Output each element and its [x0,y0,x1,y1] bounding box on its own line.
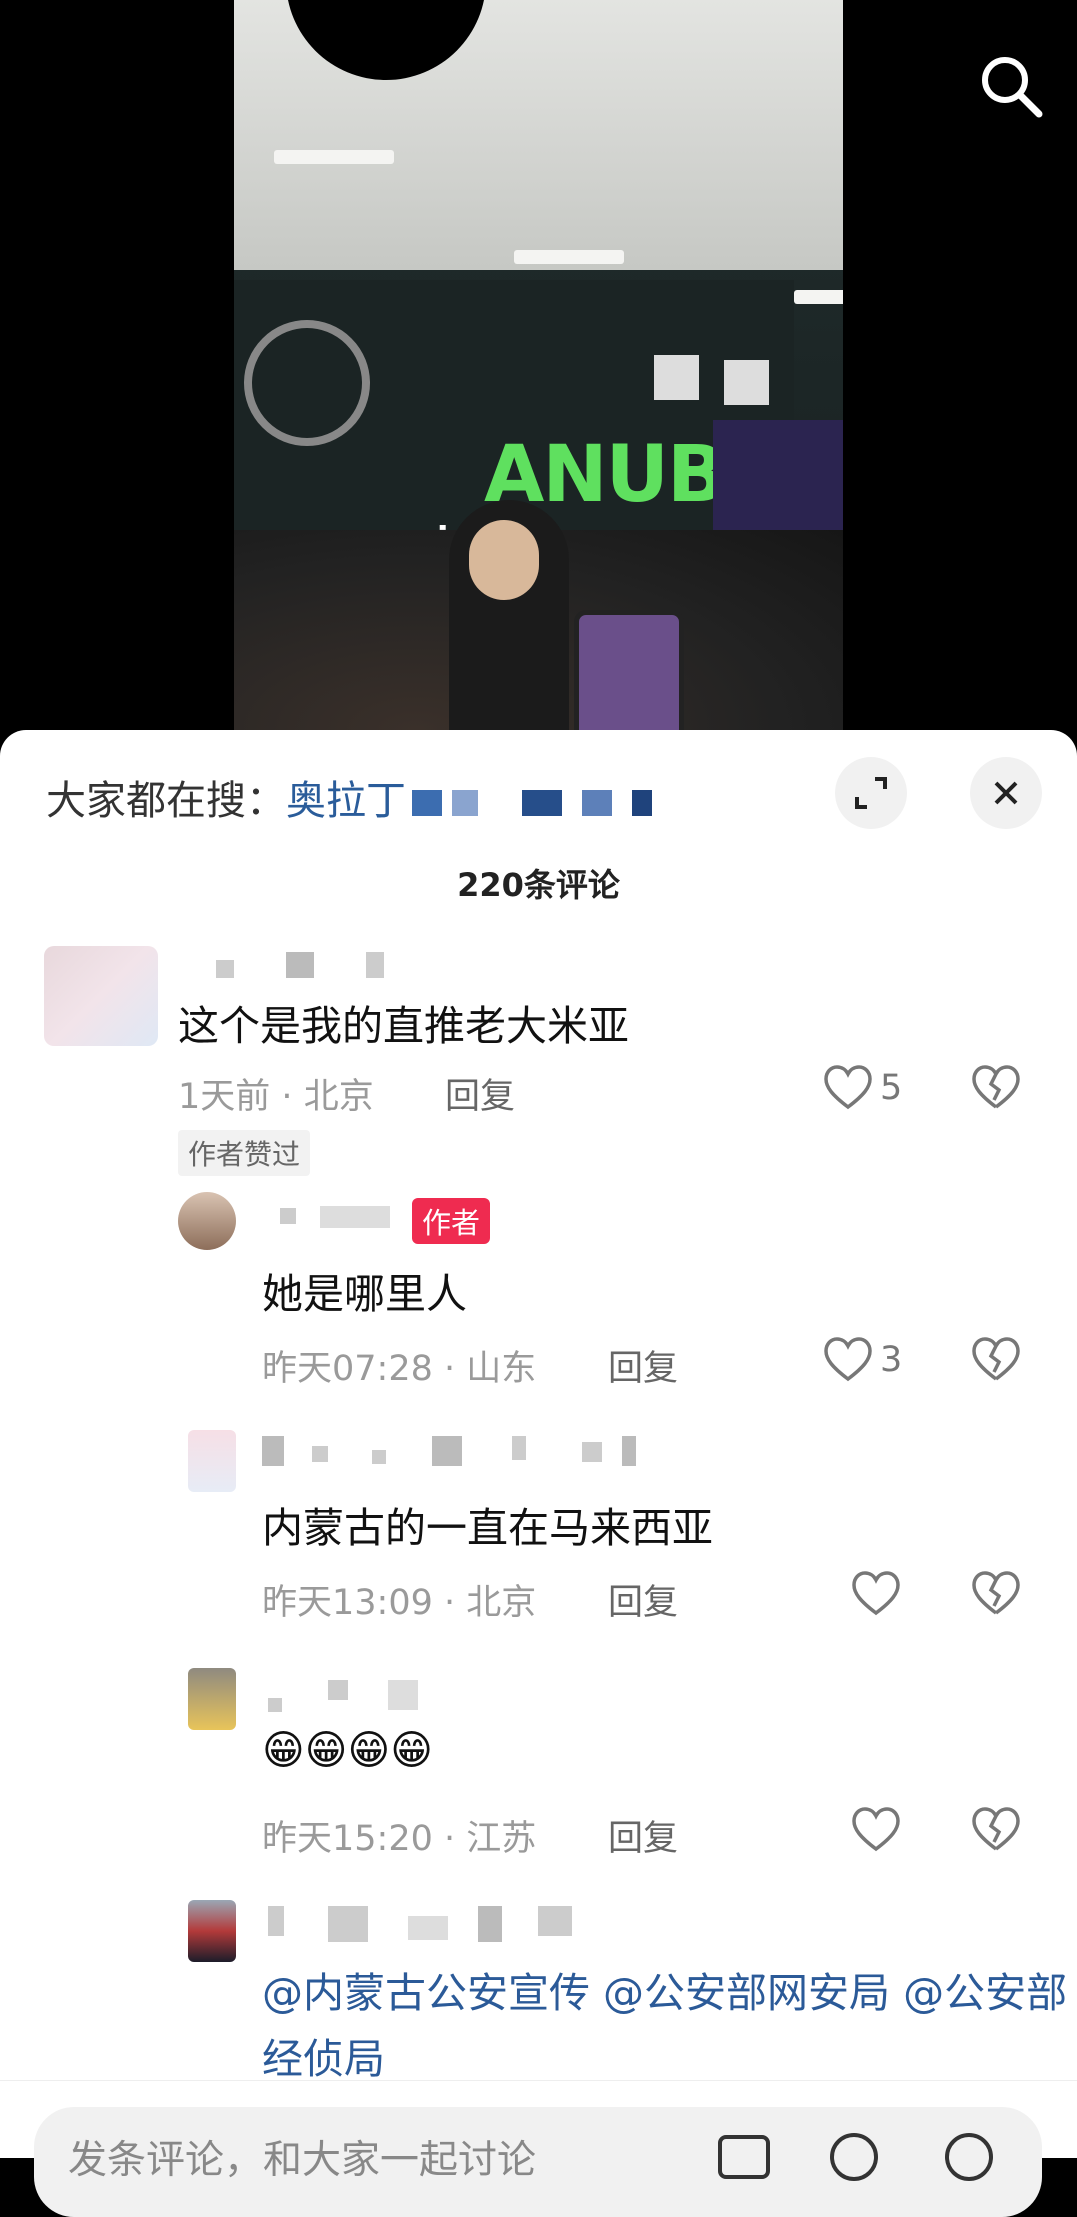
comment-time: 1天前 [178,1077,271,1117]
comment-text: 😁😁😁😁 [262,1726,433,1774]
video-frame: ANUB cy-preserving [234,0,843,730]
comment-text[interactable]: @内蒙古公安宣传 @公安部网安局 @公安部经侦局 [262,1960,1077,2092]
dislike-button[interactable] [970,1334,1022,1390]
comment-placeholder: 发条评论，和大家一起讨论 [68,2138,537,2183]
username[interactable] [216,952,386,982]
search-icon [982,57,1043,118]
comment-text: 她是哪里人 [262,1270,467,1318]
comment-text: 这个是我的直推老大米亚 [178,1002,629,1050]
suggestion-label: 大家都在搜： [46,778,286,824]
reply-button[interactable]: 回复 [445,1068,515,1119]
avatar[interactable] [188,1668,236,1730]
username[interactable] [280,1202,400,1232]
meta-dot: · [444,1819,456,1859]
broken-heart-icon [972,1337,1020,1381]
expand-icon [855,777,887,809]
broken-heart-icon [972,1571,1020,1615]
search-button[interactable] [975,50,1047,122]
emoji-icon[interactable] [939,2127,999,2187]
avatar[interactable] [188,1900,236,1962]
comment-time: 昨天07:28 [262,1349,433,1389]
like-button[interactable] [822,1062,874,1118]
comment-location: 江苏 [466,1819,537,1859]
comment-location: 北京 [466,1583,537,1623]
comments-count: 220条评论 [457,866,620,904]
author-liked-tag: 作者赞过 [178,1130,311,1176]
suggestion-term[interactable]: 奥拉丁 [286,778,406,824]
broken-heart-icon [972,1807,1020,1851]
heart-icon [852,1807,900,1852]
avatar[interactable] [44,946,158,1046]
meta-dot: · [281,1077,293,1117]
like-count: 3 [880,1340,903,1380]
comment-time: 昨天15:20 [262,1819,433,1859]
meta-dot: · [444,1583,456,1623]
username[interactable] [262,1436,642,1472]
comment-meta: 1天前 · 北京 [178,1068,374,1119]
pixelated-text [412,785,672,821]
heart-icon [824,1065,872,1110]
dislike-button[interactable] [970,1804,1022,1860]
reply-button[interactable]: 回复 [608,1574,678,1625]
username[interactable] [268,1680,428,1716]
like-button[interactable] [850,1568,902,1624]
reply-button[interactable]: 回复 [608,1340,678,1391]
comment-sheet: 大家都在搜：奥拉丁 220条评论 这个是我的直推老大米亚 1天前 · 北京 回复 [0,730,1077,2157]
reply-button[interactable]: 回复 [608,1810,678,1861]
comment-input[interactable]: 发条评论，和大家一起讨论 [34,2107,1042,2217]
comment-meta: 昨天07:28 · 山东 [262,1340,536,1391]
search-suggestion[interactable]: 大家都在搜：奥拉丁 [46,768,672,826]
comment-time: 昨天13:09 [262,1583,433,1623]
comment-location: 北京 [303,1077,374,1117]
comment-input-bar: 发条评论，和大家一起讨论 [0,2080,1077,2217]
comment-location: 山东 [466,1349,537,1389]
dislike-button[interactable] [970,1568,1022,1624]
expand-button[interactable] [835,757,907,829]
comment-meta: 昨天15:20 · 江苏 [262,1810,536,1861]
comment-text: 内蒙古的一直在马来西亚 [262,1504,713,1552]
avatar[interactable] [188,1430,236,1492]
heart-icon [824,1337,872,1382]
close-icon [994,781,1018,805]
image-icon[interactable] [714,2127,774,2187]
like-button[interactable] [822,1334,874,1390]
heart-icon [852,1571,900,1616]
meta-dot: · [444,1349,456,1389]
username[interactable] [268,1906,578,1946]
avatar[interactable] [178,1192,236,1250]
close-button[interactable] [970,757,1042,829]
at-icon[interactable] [824,2127,884,2187]
author-badge: 作者 [412,1198,491,1244]
video-player[interactable]: ANUB cy-preserving [0,0,1077,730]
like-count: 5 [880,1068,903,1108]
broken-heart-icon [972,1065,1020,1109]
like-button[interactable] [850,1804,902,1860]
comment-meta: 昨天13:09 · 北京 [262,1574,536,1625]
dislike-button[interactable] [970,1062,1022,1118]
